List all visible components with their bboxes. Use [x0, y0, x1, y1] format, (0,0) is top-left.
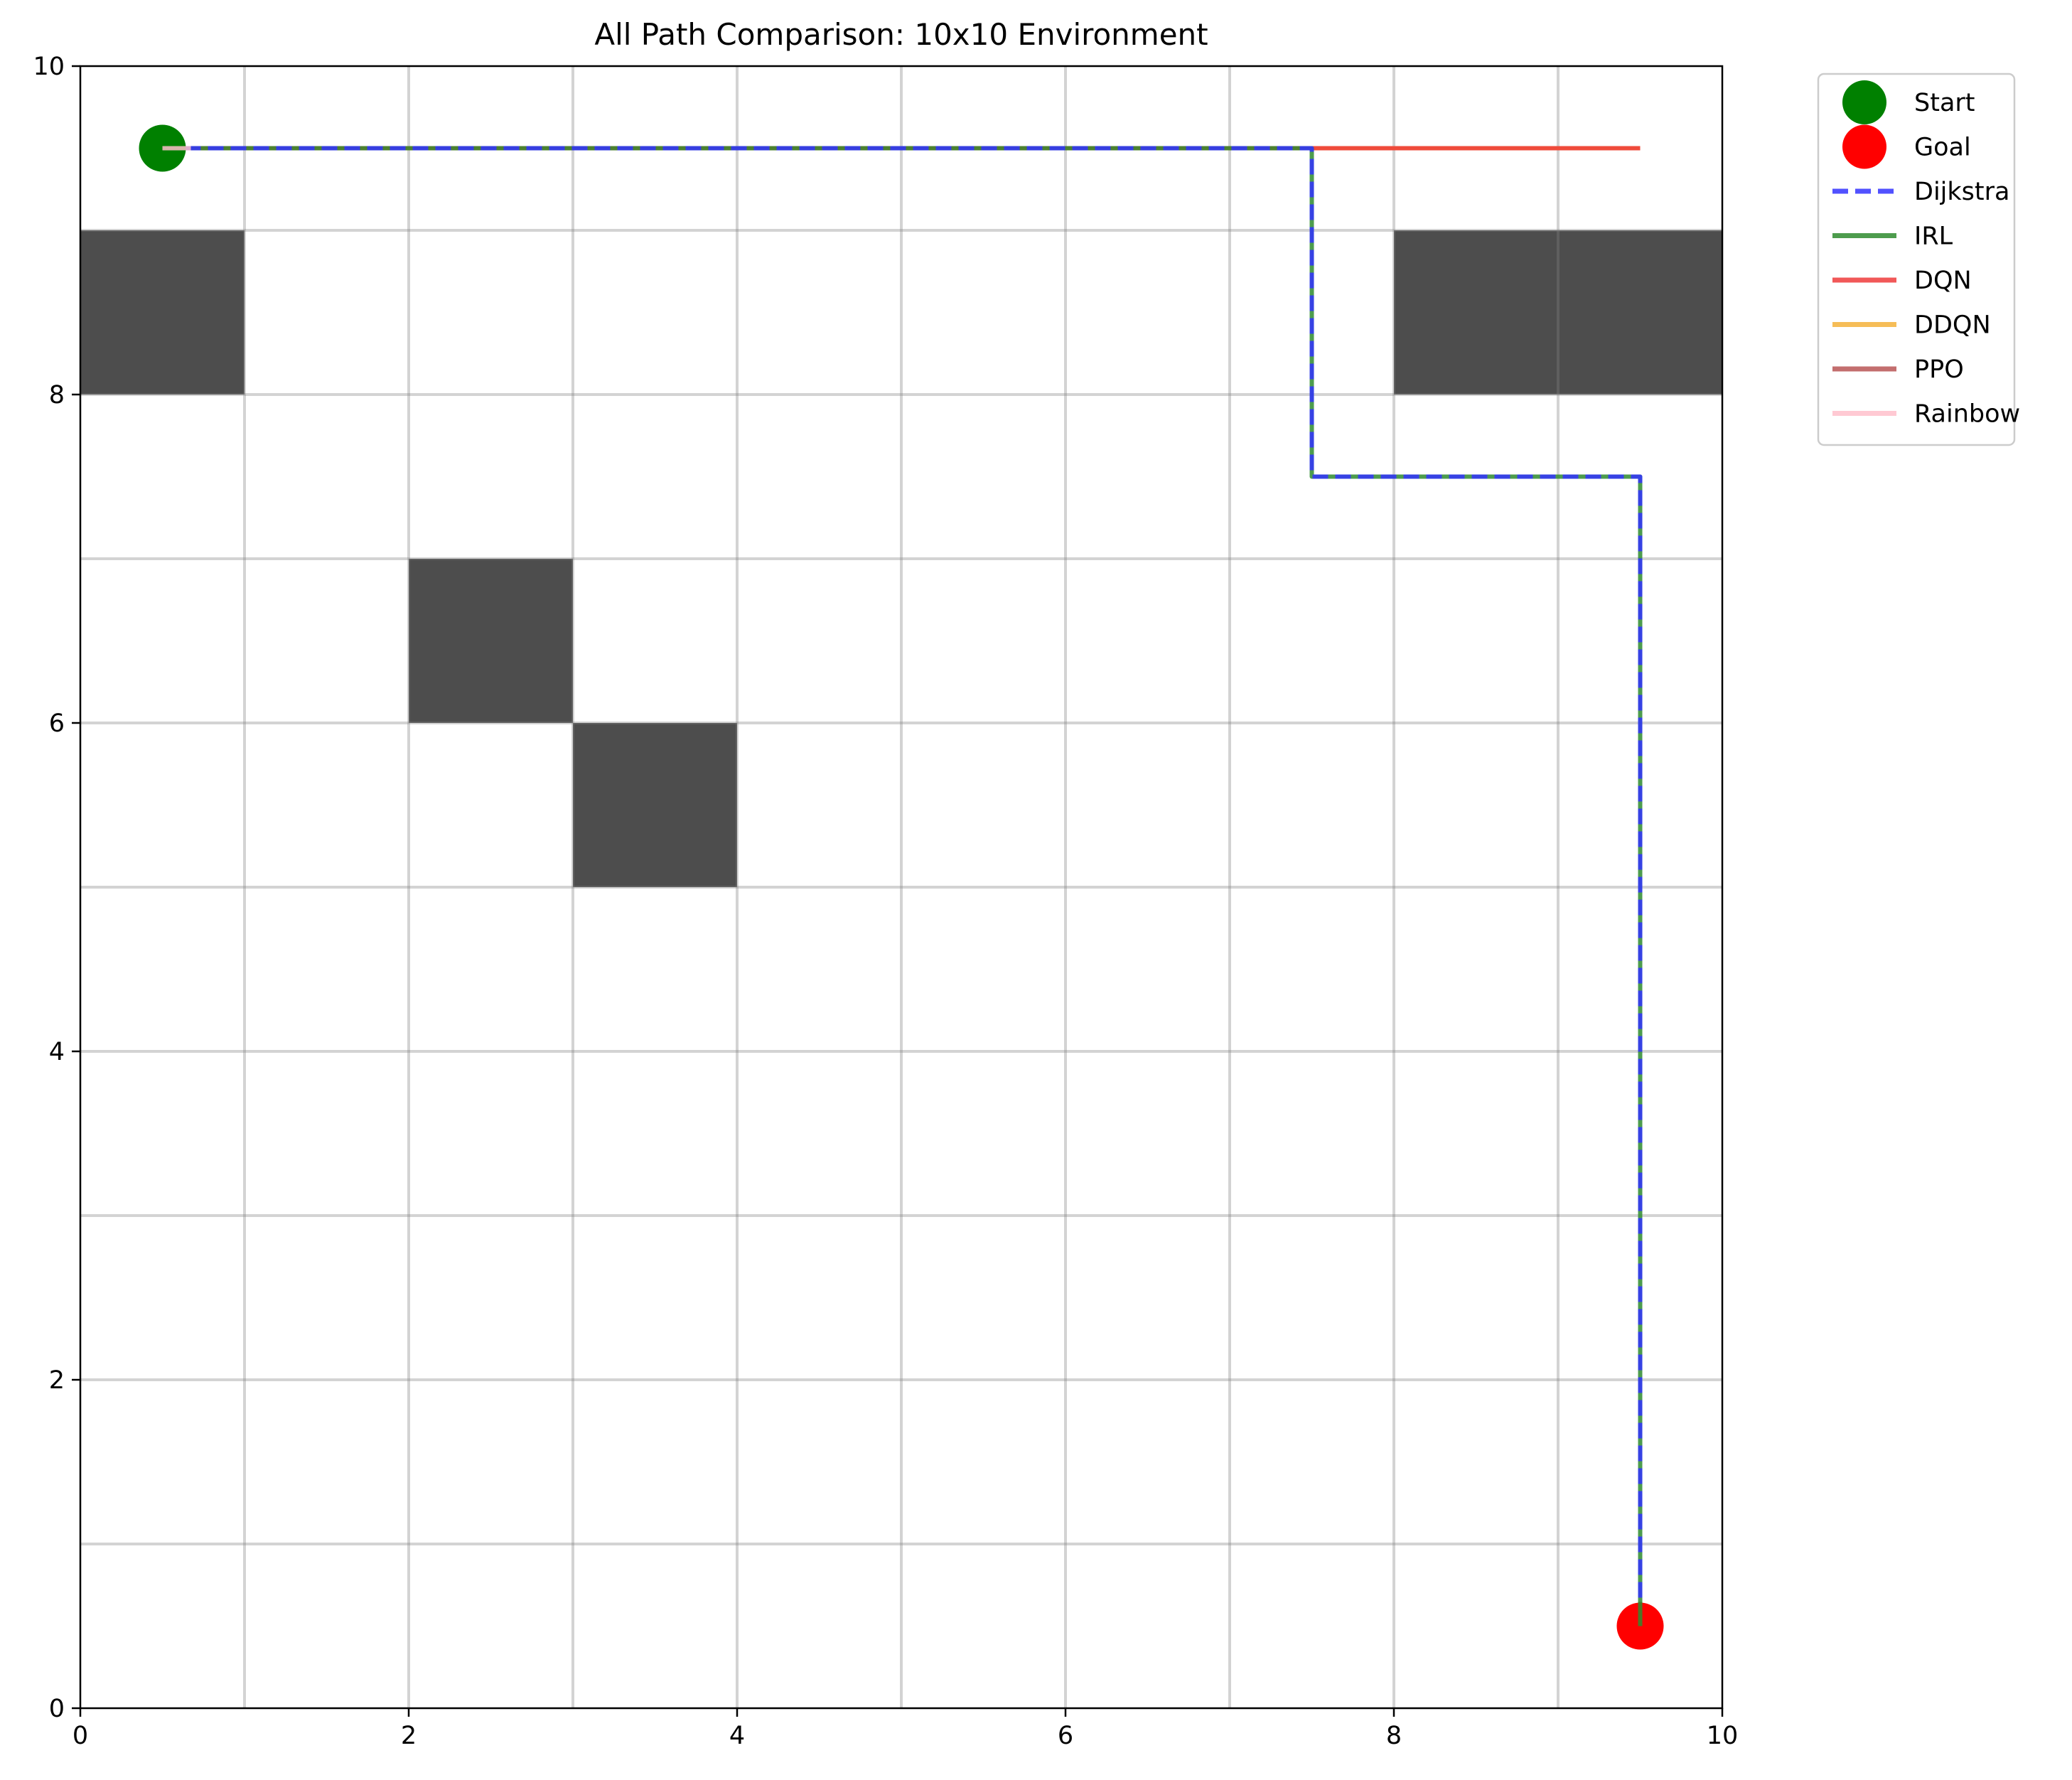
- y-tick-label: 0: [49, 1695, 65, 1723]
- y-tick-label: 10: [33, 53, 65, 81]
- obstacle-cell: [573, 723, 737, 887]
- x-tick-label: 10: [1707, 1722, 1739, 1750]
- y-tick-label: 2: [49, 1366, 65, 1395]
- legend: Start Goal Dijkstra IRL DQN DDQN PPO Rainbow: [1817, 73, 2020, 446]
- legend-label: Rainbow: [1914, 400, 2020, 429]
- y-axis-ticks: 0 2 4 6 8 10: [33, 53, 80, 1723]
- chart: 0 2 4 6 8 10 0 2 4 6 8 10 All Path Comparison: 10x…: [33, 17, 2020, 1750]
- legend-label: DQN: [1914, 267, 1972, 295]
- y-tick-label: 6: [49, 709, 65, 738]
- legend-label: Start: [1914, 89, 1975, 117]
- legend-label: Dijkstra: [1914, 178, 2009, 206]
- x-tick-label: 6: [1058, 1722, 1073, 1750]
- legend-label: IRL: [1914, 222, 1953, 251]
- x-tick-label: 2: [401, 1722, 417, 1750]
- x-tick-label: 8: [1386, 1722, 1402, 1750]
- y-tick-label: 8: [49, 381, 65, 409]
- chart-title: All Path Comparison: 10x10 Environment: [594, 17, 1208, 52]
- legend-marker-start: [1842, 80, 1886, 124]
- legend-label: Goal: [1914, 134, 1971, 162]
- legend-label: PPO: [1914, 355, 1964, 384]
- legend-label: DDQN: [1914, 311, 1991, 340]
- legend-marker-goal: [1842, 124, 1886, 169]
- x-tick-label: 4: [729, 1722, 745, 1750]
- y-tick-label: 4: [49, 1038, 65, 1066]
- obstacle-cell: [80, 230, 245, 395]
- obstacle-cell: [409, 559, 573, 723]
- x-tick-label: 0: [73, 1722, 88, 1750]
- legend-box: [1817, 73, 2016, 446]
- x-axis-ticks: 0 2 4 6 8 10: [73, 1708, 1738, 1750]
